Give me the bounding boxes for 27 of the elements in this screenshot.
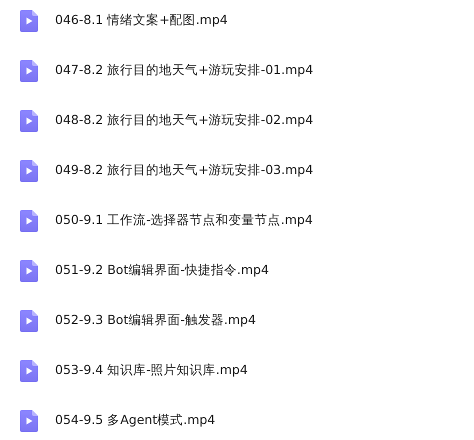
file-item[interactable]: 051-9.2 Bot编辑界面-快捷指令.mp4 (0, 258, 474, 283)
file-item[interactable]: 048-8.2 旅行目的地天气+游玩安排-02.mp4 (0, 108, 474, 133)
file-item[interactable]: 053-9.4 知识库-照片知识库.mp4 (0, 358, 474, 383)
file-name: 053-9.4 知识库-照片知识库.mp4 (55, 362, 248, 379)
video-file-icon (20, 360, 38, 382)
video-file-icon (20, 110, 38, 132)
video-file-icon (20, 410, 38, 432)
file-name: 051-9.2 Bot编辑界面-快捷指令.mp4 (55, 262, 269, 279)
video-file-icon (20, 260, 38, 282)
file-name: 050-9.1 工作流-选择器节点和变量节点.mp4 (55, 212, 313, 229)
file-name: 052-9.3 Bot编辑界面-触发器.mp4 (55, 312, 256, 329)
file-item[interactable]: 054-9.5 多Agent模式.mp4 (0, 408, 474, 433)
video-file-icon (20, 10, 38, 32)
file-item[interactable]: 046-8.1 情绪文案+配图.mp4 (0, 8, 474, 33)
file-name: 047-8.2 旅行目的地天气+游玩安排-01.mp4 (55, 62, 314, 79)
file-item[interactable]: 047-8.2 旅行目的地天气+游玩安排-01.mp4 (0, 58, 474, 83)
video-file-icon (20, 60, 38, 82)
file-item[interactable]: 049-8.2 旅行目的地天气+游玩安排-03.mp4 (0, 158, 474, 183)
file-item[interactable]: 052-9.3 Bot编辑界面-触发器.mp4 (0, 308, 474, 333)
file-name: 046-8.1 情绪文案+配图.mp4 (55, 12, 228, 29)
video-file-icon (20, 210, 38, 232)
video-file-icon (20, 310, 38, 332)
file-name: 049-8.2 旅行目的地天气+游玩安排-03.mp4 (55, 162, 314, 179)
file-name: 054-9.5 多Agent模式.mp4 (55, 412, 216, 429)
video-file-icon (20, 160, 38, 182)
file-item[interactable]: 050-9.1 工作流-选择器节点和变量节点.mp4 (0, 208, 474, 233)
file-name: 048-8.2 旅行目的地天气+游玩安排-02.mp4 (55, 112, 314, 129)
